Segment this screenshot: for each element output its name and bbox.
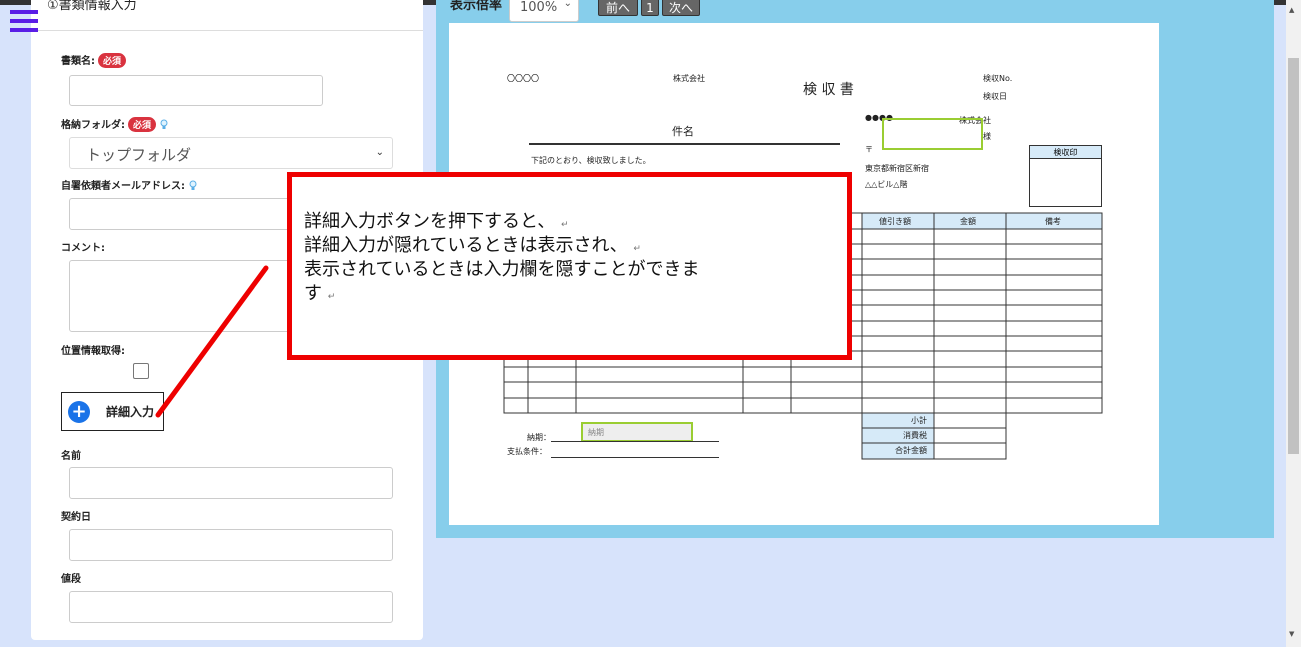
annotation-arrow-line [155, 265, 269, 418]
